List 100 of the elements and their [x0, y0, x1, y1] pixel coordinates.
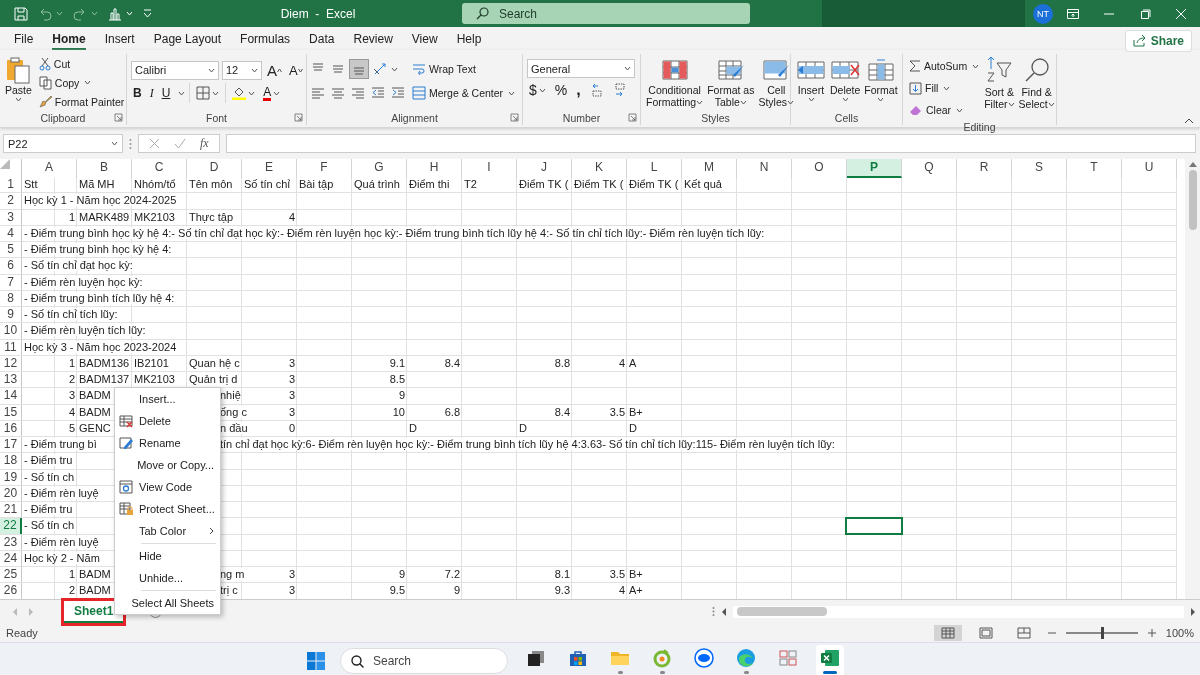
format-cells-icon[interactable] — [866, 59, 896, 81]
start-icon[interactable] — [306, 651, 326, 671]
insert-function-button[interactable]: fx — [200, 136, 209, 151]
column-header[interactable]: H — [407, 159, 462, 178]
menu-item[interactable]: Hide — [115, 545, 220, 567]
ribbon-tab[interactable]: Insert — [96, 32, 143, 50]
column-header[interactable]: K — [572, 159, 627, 178]
bold-button[interactable]: B — [131, 83, 144, 103]
ribbon-tab[interactable]: View — [403, 32, 446, 50]
cells-button[interactable]: Format — [863, 57, 899, 102]
shrink-font-button[interactable]: A — [287, 60, 305, 80]
column-header[interactable]: B — [77, 159, 132, 178]
column-header[interactable]: N — [737, 159, 792, 178]
ribbon-display-icon[interactable] — [1067, 8, 1079, 19]
column-header[interactable]: P — [847, 159, 902, 178]
column-header[interactable]: A — [22, 159, 77, 178]
number-format-field[interactable]: General — [527, 59, 635, 78]
currency-button[interactable]: $ — [527, 80, 548, 100]
cut-button[interactable]: Cut — [36, 54, 127, 73]
search-field[interactable]: Search — [462, 3, 750, 24]
ribbon-tab[interactable]: Review — [345, 32, 401, 50]
next-sheet-icon[interactable] — [28, 607, 34, 616]
underline-button[interactable]: U — [159, 83, 173, 103]
cells-button[interactable]: Delete — [829, 57, 862, 102]
find-select-button[interactable]: Find & Select — [1017, 55, 1056, 110]
ribbon-tab[interactable]: Formulas — [232, 32, 299, 50]
column-header[interactable]: U — [1122, 159, 1177, 178]
customize-button[interactable] — [141, 7, 154, 20]
column-header[interactable]: T — [1067, 159, 1122, 178]
wrap-text-button[interactable]: Wrap Text — [410, 57, 518, 81]
column-header[interactable]: M — [682, 159, 737, 178]
clear-button[interactable]: Clear — [907, 99, 982, 121]
grow-font-button[interactable]: A — [265, 60, 284, 80]
row-header[interactable]: 22 — [0, 518, 22, 534]
name-box[interactable]: P22 — [3, 134, 123, 153]
column-header[interactable]: C — [132, 159, 187, 178]
autosum-button[interactable]: AutoSum — [907, 55, 982, 77]
collapse-ribbon-icon[interactable] — [1184, 118, 1194, 124]
dialog-launcher-icon[interactable] — [628, 113, 637, 122]
column-header[interactable]: J — [517, 159, 572, 178]
ribbon-tab[interactable]: File — [6, 32, 42, 50]
previous-sheet-icon[interactable] — [12, 607, 18, 616]
insert-cells-icon[interactable] — [796, 59, 826, 81]
menu-item[interactable]: Tab Color — [115, 520, 220, 542]
column-header[interactable]: S — [1012, 159, 1067, 178]
browser-icon[interactable] — [736, 648, 756, 668]
ribbon-tab[interactable]: Help — [448, 32, 490, 50]
menu-item[interactable]: Protect Sheet... — [115, 498, 220, 520]
vertical-align-button[interactable] — [349, 59, 369, 79]
zoom-in-icon[interactable] — [1147, 628, 1156, 637]
menu-item[interactable]: Move or Copy... — [115, 454, 220, 476]
ribbon-tab[interactable]: Home — [44, 32, 94, 50]
swirl-app-icon[interactable] — [652, 648, 672, 668]
ribbon-tab[interactable]: Page Layout — [145, 32, 230, 50]
column-header[interactable]: Q — [902, 159, 957, 178]
font-name-field[interactable]: Calibri — [131, 60, 219, 80]
sort-filter-button[interactable]: Sort & Filter — [983, 55, 1016, 110]
column-header[interactable]: R — [957, 159, 1012, 178]
menu-item[interactable]: View Code — [115, 476, 220, 498]
view-button[interactable] — [933, 624, 962, 641]
chat-bubble-icon[interactable] — [694, 648, 714, 668]
table-brush-icon[interactable] — [716, 59, 745, 81]
cell-selection[interactable] — [845, 517, 903, 535]
column-header[interactable]: I — [462, 159, 517, 178]
dialog-launcher-icon[interactable] — [510, 113, 519, 122]
menu-item[interactable]: Insert... — [115, 388, 220, 410]
highlighted-table-icon[interactable] — [660, 59, 689, 81]
zoom-level[interactable]: 100% — [1165, 626, 1194, 639]
style-button[interactable]: Format as Table — [706, 57, 756, 108]
dialog-launcher-icon[interactable] — [114, 113, 123, 122]
menu-item[interactable]: Rename — [115, 432, 220, 454]
vertical-scrollbar[interactable] — [1185, 159, 1200, 599]
share-button[interactable]: Share — [1124, 30, 1192, 52]
italic-button[interactable]: I — [147, 83, 156, 103]
select-all-icon[interactable] — [0, 159, 10, 169]
copy-button[interactable]: Copy — [36, 73, 127, 92]
menu-item[interactable]: Delete — [115, 410, 220, 432]
font-color-button[interactable]: A — [261, 83, 283, 103]
menu-item[interactable]: Unhide... — [115, 567, 220, 589]
style-button[interactable]: Conditional Formatting — [645, 57, 705, 108]
column-header[interactable]: L — [627, 159, 682, 178]
horizontal-scrollbar[interactable] — [712, 605, 1196, 618]
column-header[interactable]: F — [297, 159, 352, 178]
paste-button[interactable]: Paste — [4, 54, 33, 102]
merge-center-button[interactable]: Merge & Center — [410, 81, 518, 105]
column-header[interactable]: E — [242, 159, 297, 178]
scroll-thumb[interactable] — [1188, 170, 1197, 230]
format-painter-button[interactable]: Format Painter — [36, 92, 127, 111]
save-button[interactable] — [12, 4, 30, 23]
font-size-field[interactable]: 12 — [222, 60, 262, 80]
column-header[interactable]: G — [352, 159, 407, 178]
style-button[interactable]: Cell Styles — [757, 57, 796, 108]
task-view-icon[interactable] — [526, 648, 546, 668]
percent-button[interactable]: % — [552, 80, 570, 100]
user-avatar[interactable]: NT — [1033, 3, 1053, 24]
close-icon[interactable] — [1175, 8, 1187, 19]
confirm-icon[interactable] — [174, 138, 186, 149]
comma-button[interactable]: , — [574, 80, 583, 100]
cell-brush-icon[interactable] — [762, 59, 791, 81]
store-icon[interactable] — [568, 648, 588, 668]
